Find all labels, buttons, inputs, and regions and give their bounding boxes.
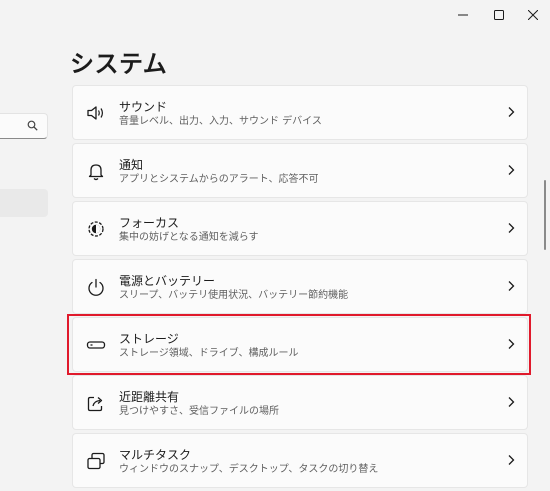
close-icon	[528, 10, 538, 20]
multitasking-card[interactable]: マルチタスク ウィンドウのスナップ、デスクトップ、タスクの切り替え	[72, 433, 528, 488]
card-title: マルチタスク	[119, 448, 192, 462]
bell-icon	[88, 164, 104, 181]
chevron-right-icon	[508, 455, 515, 465]
card-title: 電源とバッテリー	[119, 274, 216, 288]
minimize-button[interactable]	[444, 0, 482, 30]
card-subtitle: スリープ、バッテリ使用状況、バッテリー節約機能	[119, 290, 349, 301]
speaker-icon	[87, 106, 103, 120]
card-subtitle: 音量レベル、出力、入力、サウンド デバイス	[119, 116, 322, 127]
settings-search-input[interactable]	[0, 113, 48, 139]
card-title: サウンド	[119, 100, 168, 114]
focus-card[interactable]: フォーカス 集中の妨げとなる通知を減らす	[72, 201, 528, 256]
title-bar-controls	[444, 0, 550, 30]
maximize-icon	[494, 10, 504, 20]
settings-list: サウンド 音量レベル、出力、入力、サウンド デバイス 通知 アプリとシステムから…	[72, 85, 528, 491]
nearby-sharing-card[interactable]: 近距離共有 見つけやすさ、受信ファイルの場所	[72, 375, 528, 430]
card-title: 近距離共有	[119, 390, 180, 404]
chevron-right-icon	[508, 223, 515, 233]
chevron-right-icon	[508, 107, 515, 117]
minimize-icon	[458, 14, 468, 16]
share-icon	[87, 396, 103, 412]
power-battery-card[interactable]: 電源とバッテリー スリープ、バッテリ使用状況、バッテリー節約機能	[72, 259, 528, 314]
page-title: システム	[70, 50, 168, 78]
card-title: フォーカス	[119, 216, 180, 230]
settings-window: システム サウンド 音量レベル、出力、入力、サウンド デバイス 通知 アプリとシ…	[0, 0, 550, 490]
chevron-right-icon	[508, 281, 515, 291]
focus-icon	[88, 221, 104, 237]
card-title: 通知	[119, 158, 144, 172]
sidebar-item-system[interactable]	[0, 189, 48, 217]
chevron-right-icon	[508, 397, 515, 407]
chevron-right-icon	[508, 165, 515, 175]
storage-highlight-frame	[67, 314, 531, 375]
card-subtitle: アプリとシステムからのアラート、応答不可	[119, 174, 319, 185]
search-icon	[27, 120, 38, 131]
multitask-icon	[87, 452, 105, 470]
sound-card[interactable]: サウンド 音量レベル、出力、入力、サウンド デバイス	[72, 85, 528, 140]
card-subtitle: 集中の妨げとなる通知を減らす	[119, 232, 259, 243]
card-subtitle: ウィンドウのスナップ、デスクトップ、タスクの切り替え	[119, 464, 379, 475]
maximize-button[interactable]	[482, 0, 516, 30]
card-subtitle: 見つけやすさ、受信ファイルの場所	[119, 406, 279, 417]
vertical-scrollbar[interactable]	[544, 180, 546, 250]
power-icon	[88, 278, 104, 296]
close-button[interactable]	[516, 0, 550, 30]
notifications-card[interactable]: 通知 アプリとシステムからのアラート、応答不可	[72, 143, 528, 198]
